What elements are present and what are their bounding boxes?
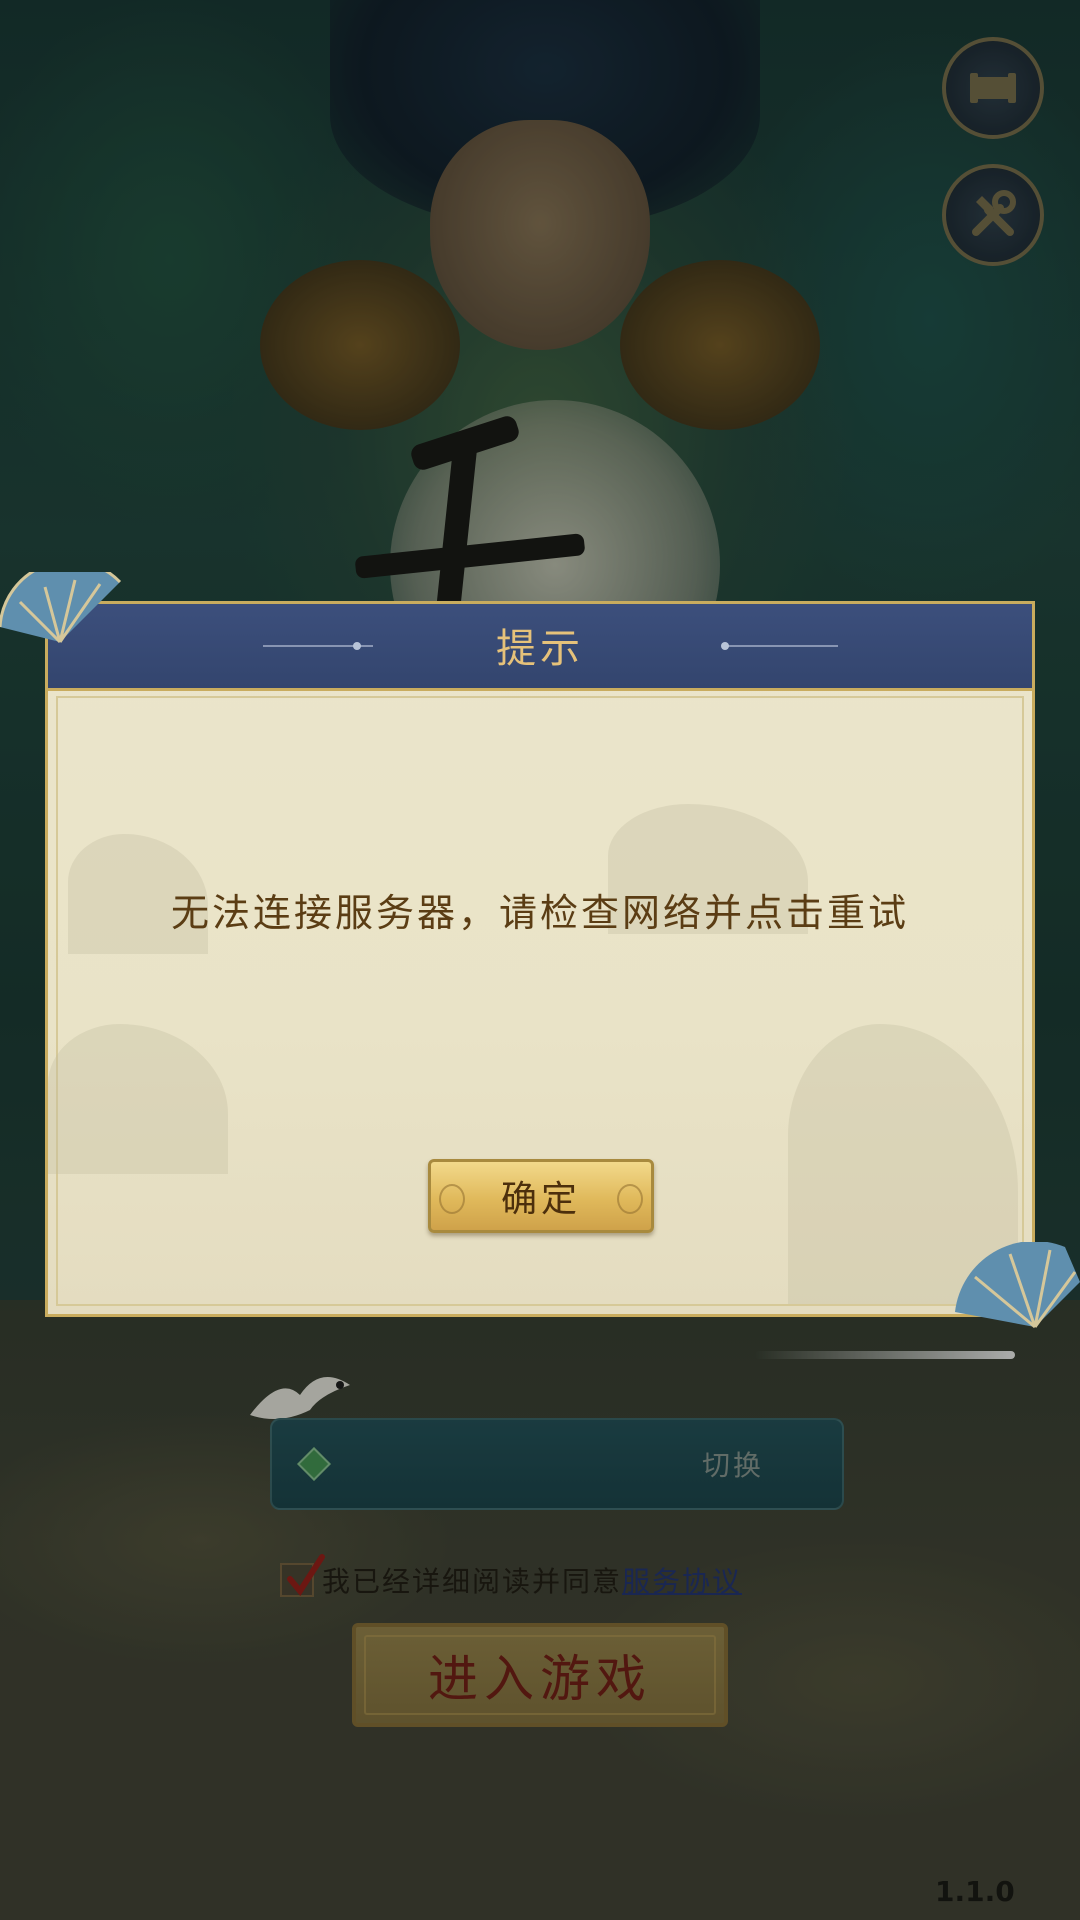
folding-fan-decoration-icon: [955, 1242, 1080, 1329]
dialog-title: 提示: [496, 626, 584, 672]
confirm-button[interactable]: 确定: [428, 1159, 654, 1233]
alert-dialog: 提示 无法连接服务器，请检查网络并点击重试 确定: [45, 601, 1035, 1317]
button-ornament: [617, 1184, 643, 1214]
confirm-button-label: 确定: [500, 1179, 581, 1220]
dialog-header: 提示: [48, 604, 1032, 691]
folding-fan-decoration-icon: [0, 572, 122, 644]
game-login-screen: 切换 我已经详细阅读并同意 服务协议 进入游戏 1.1.0 提示 无法连接服务器…: [0, 0, 1080, 1920]
dialog-message: 无法连接服务器，请检查网络并点击重试: [170, 891, 909, 935]
button-ornament: [439, 1184, 465, 1214]
